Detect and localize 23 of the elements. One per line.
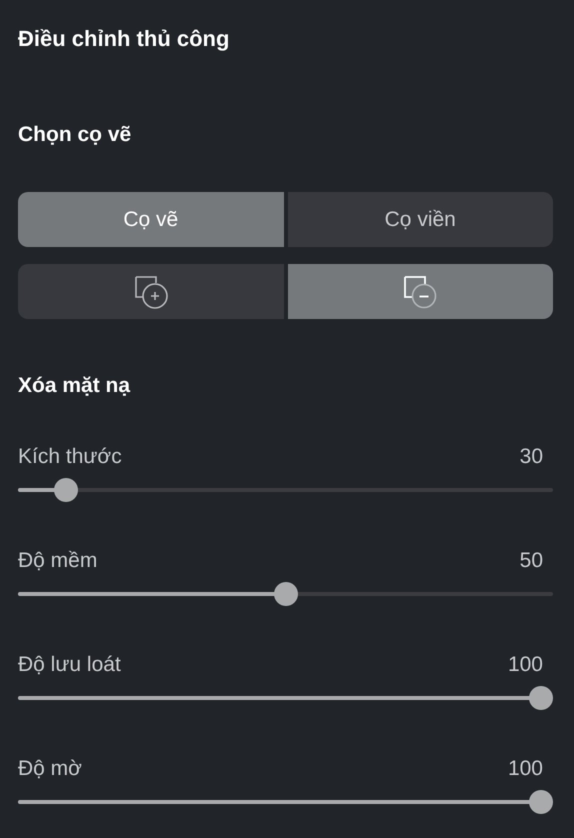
slider-value: 30: [520, 444, 543, 470]
slider-track[interactable]: [18, 686, 553, 710]
panel-title: Điều chỉnh thủ công: [18, 25, 230, 53]
slider-label: Độ lưu loát: [18, 652, 121, 678]
shape-plus-icon: [134, 274, 168, 308]
slider-label: Kích thước: [18, 444, 122, 470]
brush-tab[interactable]: Cọ viền: [288, 192, 553, 247]
slider-value: 100: [508, 756, 543, 782]
slider-label: Độ mờ: [18, 756, 82, 782]
section-heading: Xóa mặt nạ: [18, 373, 132, 399]
slider-thumb[interactable]: [274, 582, 298, 606]
slider-value: 50: [520, 548, 543, 574]
slider-track[interactable]: [18, 790, 553, 814]
slider-label: Độ mềm: [18, 548, 98, 574]
brush-tab[interactable]: Cọ vẽ: [18, 192, 284, 247]
slider-thumb[interactable]: [529, 686, 553, 710]
slider-track[interactable]: [18, 582, 553, 606]
section-heading: Chọn cọ vẽ: [18, 122, 132, 148]
shape-minus-icon: [403, 274, 438, 308]
slider-thumb[interactable]: [529, 790, 553, 814]
slider-track[interactable]: [18, 478, 553, 502]
slider-thumb[interactable]: [54, 478, 78, 502]
slider-value: 100: [508, 652, 543, 678]
